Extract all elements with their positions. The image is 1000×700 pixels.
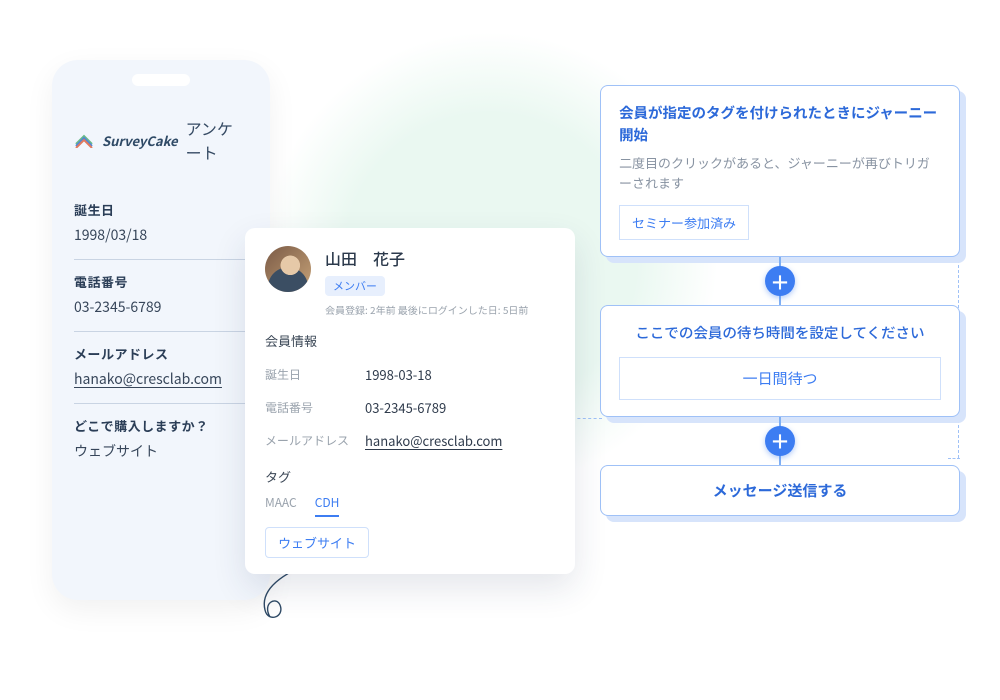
info-key: 電話番号: [265, 399, 365, 416]
node-title: ここでの会員の待ち時間を設定してください: [619, 322, 941, 344]
field-label: 電話番号: [74, 272, 248, 291]
survey-label: アンケート: [186, 116, 248, 164]
info-key: 誕生日: [265, 366, 365, 383]
field-value: hanako@cresclab.com: [74, 369, 248, 389]
info-value: 1998-03-18: [365, 365, 432, 384]
form-field: メールアドレス hanako@cresclab.com: [74, 332, 248, 404]
info-key: メールアドレス: [265, 432, 365, 449]
tab-cdh[interactable]: CDH: [315, 494, 340, 517]
journey-trigger-node[interactable]: 会員が指定のタグを付けられたときにジャーニー開始 二度目のクリックがあると、ジャ…: [600, 85, 960, 257]
info-value[interactable]: hanako@cresclab.com: [365, 431, 502, 450]
node-title: 会員が指定のタグを付けられたときにジャーニー開始: [619, 102, 941, 147]
field-value: 1998/03/18: [74, 225, 248, 245]
journey-flow: 会員が指定のタグを付けられたときにジャーニー開始 二度目のクリックがあると、ジャ…: [600, 85, 960, 516]
action-label: メッセージ送信する: [713, 480, 848, 501]
profile-card: 山田 花子 メンバー 会員登録: 2年前 最後にログインした日: 5日前 会員情…: [245, 228, 575, 574]
role-badge: メンバー: [325, 276, 385, 296]
field-label: どこで購入しますか？: [74, 416, 248, 435]
field-value: 03-2345-6789: [74, 297, 248, 317]
info-row: メールアドレス hanako@cresclab.com: [265, 424, 555, 457]
form-field: どこで購入しますか？ ウェブサイト: [74, 404, 248, 475]
node-description: 二度目のクリックがあると、ジャーニーが再びトリガーされます: [619, 153, 941, 193]
tag-source-tabs: MAAC CDH: [265, 494, 555, 517]
avatar: [265, 246, 311, 292]
plus-icon: ＋: [770, 426, 790, 455]
survey-header: SurveyCake アンケート: [74, 116, 248, 164]
field-label: 誕生日: [74, 200, 248, 219]
form-field: 誕生日 1998/03/18: [74, 188, 248, 260]
profile-name: 山田 花子: [325, 246, 528, 270]
surveycake-logo-icon: [74, 132, 94, 148]
add-step-button[interactable]: ＋: [765, 426, 795, 456]
flow-connector: ＋: [779, 257, 781, 305]
field-value: ウェブサイト: [74, 441, 248, 461]
field-label: メールアドレス: [74, 344, 248, 363]
section-title: 会員情報: [265, 331, 555, 350]
tab-maac[interactable]: MAAC: [265, 494, 297, 517]
info-value: 03-2345-6789: [365, 398, 446, 417]
add-step-button[interactable]: ＋: [765, 266, 795, 296]
brand-name: SurveyCake: [102, 131, 178, 150]
journey-wait-node[interactable]: ここでの会員の待ち時間を設定してください 一日間待つ: [600, 305, 960, 416]
journey-action-node[interactable]: メッセージ送信する: [600, 465, 960, 516]
info-row: 誕生日 1998-03-18: [265, 358, 555, 391]
trigger-tag[interactable]: セミナー参加済み: [619, 205, 749, 240]
flow-branch-line: [572, 418, 602, 419]
profile-meta: 会員登録: 2年前 最後にログインした日: 5日前: [325, 302, 528, 317]
flow-connector: ＋: [779, 417, 781, 465]
wait-option[interactable]: 一日間待つ: [619, 357, 941, 400]
plus-icon: ＋: [770, 267, 790, 296]
tags-label: タグ: [265, 467, 555, 486]
phone-notch: [132, 74, 190, 86]
info-row: 電話番号 03-2345-6789: [265, 391, 555, 424]
tag-chip[interactable]: ウェブサイト: [265, 527, 369, 558]
phone-mockup: SurveyCake アンケート 誕生日 1998/03/18 電話番号 03-…: [52, 60, 270, 600]
form-field: 電話番号 03-2345-6789: [74, 260, 248, 332]
